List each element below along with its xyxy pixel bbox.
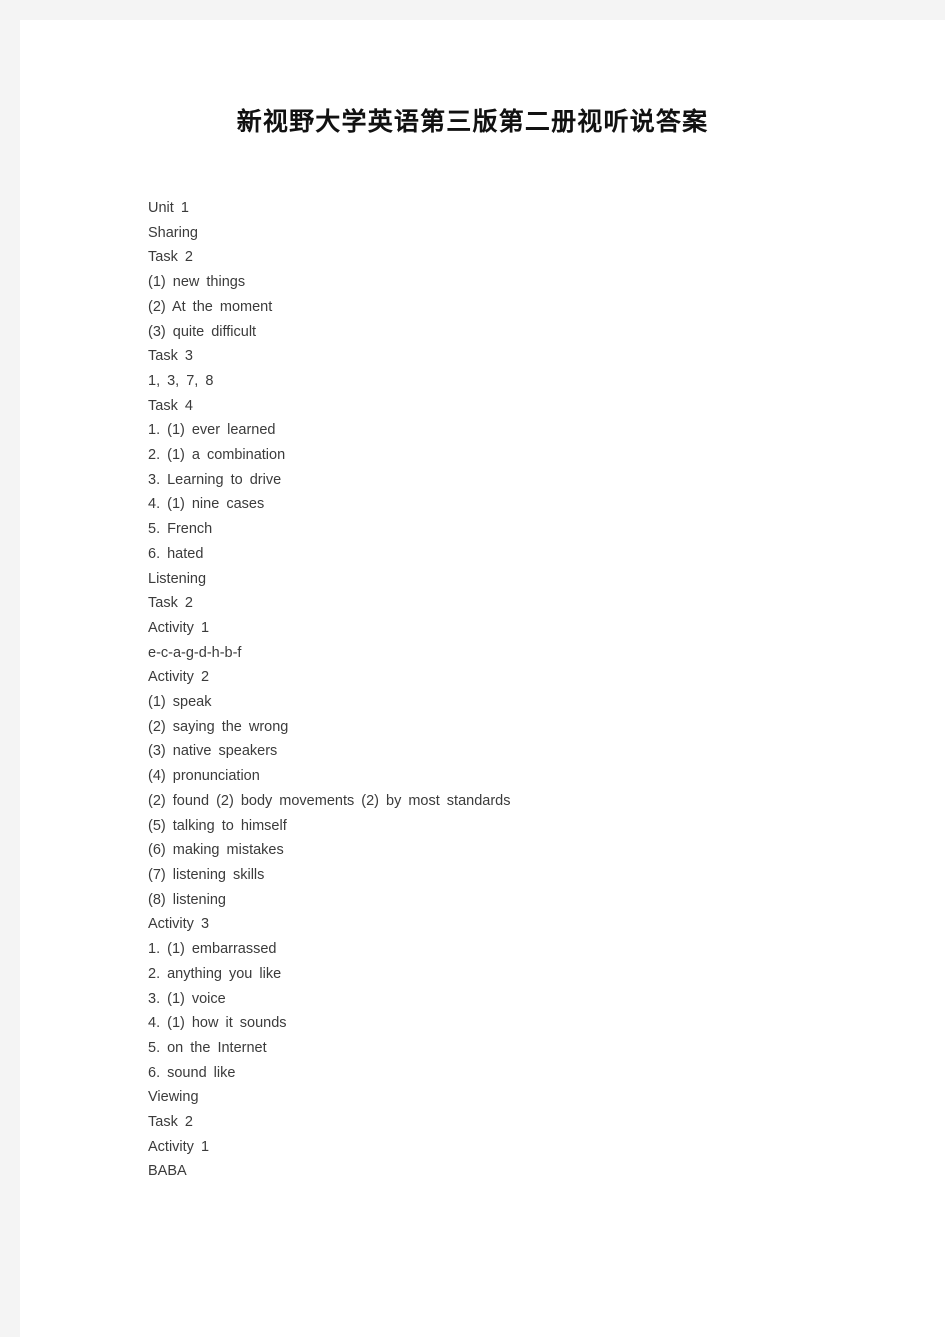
answer-line: Sharing bbox=[148, 224, 198, 241]
answer-line: Task 3 bbox=[148, 348, 193, 365]
answer-line: (2) At the moment bbox=[148, 298, 273, 315]
answer-line: Activity 3 bbox=[148, 916, 210, 933]
answer-line: (2) found (2) body movements (2) by most… bbox=[148, 792, 511, 809]
answer-key-body: Unit 1 Sharing Task 2 (1) new things (2) At … bbox=[148, 196, 888, 1184]
answer-line: 1. (1) ever learned bbox=[148, 422, 276, 439]
answer-line: 4. (1) nine cases bbox=[148, 496, 265, 513]
answer-line: (5) talking to himself bbox=[148, 817, 287, 834]
answer-line: 1. (1) embarrassed bbox=[148, 941, 277, 958]
answer-line: Activity 1 bbox=[148, 1138, 210, 1155]
answer-line: Task 4 bbox=[148, 397, 193, 414]
answer-line: 4. (1) how it sounds bbox=[148, 1015, 287, 1032]
answer-line: (6) making mistakes bbox=[148, 842, 284, 859]
answer-line: 3. (1) voice bbox=[148, 990, 226, 1007]
answer-line: (8) listening bbox=[148, 891, 226, 908]
answer-line: 3. Learning to drive bbox=[148, 471, 282, 488]
answer-line: Activity 1 bbox=[148, 619, 210, 636]
document-page: 新视野大学英语第三版第二册视听说答案 Unit 1 Sharing Task 2 (1… bbox=[20, 20, 945, 1337]
answer-line: 2. anything you like bbox=[148, 965, 282, 982]
answer-line: (2) saying the wrong bbox=[148, 718, 289, 735]
answer-line: Listening bbox=[148, 570, 207, 587]
answer-line: Viewing bbox=[148, 1089, 199, 1106]
answer-line: 6. hated bbox=[148, 545, 204, 562]
answer-line: (1) new things bbox=[148, 274, 246, 291]
answer-line: e-c-a-g-d-h-b-f bbox=[148, 644, 242, 661]
answer-line: Unit 1 bbox=[148, 200, 189, 216]
answer-line: 5. on the Internet bbox=[148, 1039, 267, 1056]
answer-line: 2. (1) a combination bbox=[148, 447, 286, 464]
answer-line: Task 2 bbox=[148, 249, 193, 266]
answer-line: 6. sound like bbox=[148, 1064, 236, 1081]
answer-line: BABA bbox=[148, 1163, 187, 1180]
answer-line: (3) native speakers bbox=[148, 743, 278, 760]
answer-line: Activity 2 bbox=[148, 669, 210, 686]
answer-line: 5. French bbox=[148, 521, 213, 538]
answer-line: Task 2 bbox=[148, 595, 193, 612]
answer-line: (4) pronunciation bbox=[148, 768, 260, 785]
answer-line: 1, 3, 7, 8 bbox=[148, 372, 214, 389]
answer-line: (7) listening skills bbox=[148, 866, 265, 883]
page-title: 新视野大学英语第三版第二册视听说答案 bbox=[236, 107, 709, 136]
answer-line: (1) speak bbox=[148, 694, 212, 711]
answer-line: (3) quite difficult bbox=[148, 323, 257, 340]
answer-line: Task 2 bbox=[148, 1114, 193, 1131]
